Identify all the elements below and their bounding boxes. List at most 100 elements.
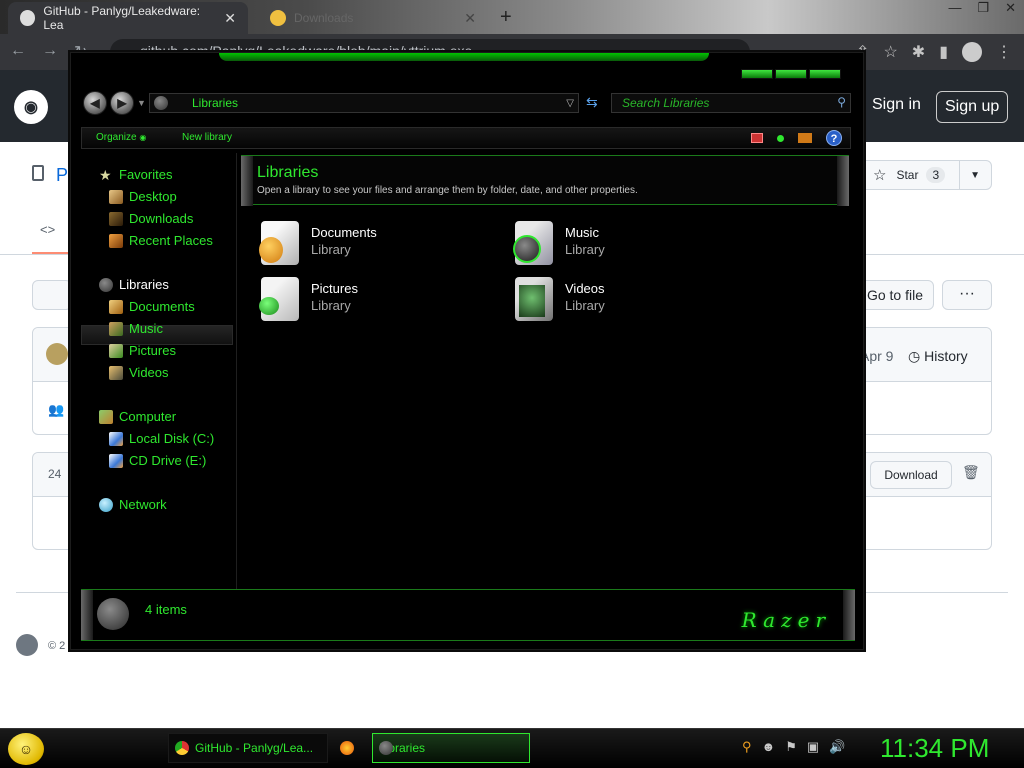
sidebar-item-pictures[interactable]: Pictures [109, 343, 176, 358]
star-label: Star [896, 168, 919, 182]
forward-button[interactable]: ▶ [110, 91, 134, 115]
sidebar-item-network[interactable]: Network [99, 497, 167, 512]
navigation-pane: ★ Favorites Desktop Downloads Recent Pla… [79, 153, 237, 589]
close-button[interactable] [809, 69, 841, 79]
maximize-button[interactable] [775, 69, 807, 79]
pictures-icon [109, 343, 123, 358]
organize-button[interactable]: Organize ◉ [96, 132, 146, 143]
downloads-favicon-icon [270, 10, 286, 26]
sidebar-item-computer[interactable]: Computer [99, 409, 176, 424]
sidebar-item-documents[interactable]: Documents [109, 299, 195, 314]
sidepanel-icon[interactable]: ▮ [939, 42, 948, 62]
bookmark-star-icon[interactable]: ☆ [883, 42, 897, 62]
music-library-icon [513, 221, 553, 265]
search-icon[interactable]: ⚲ [742, 739, 752, 755]
sidebar-item-videos[interactable]: Videos [109, 365, 169, 380]
code-icon[interactable]: <> [40, 222, 55, 237]
branch-button[interactable] [32, 280, 72, 310]
tab-label: Downloads [294, 11, 354, 25]
star-button[interactable]: ☆ Star 3 ▼ [860, 160, 992, 190]
history-link[interactable]: ◷ History [908, 348, 968, 365]
sidebar-item-label: Libraries [119, 277, 169, 292]
library-item-pictures[interactable]: Pictures Library [259, 277, 358, 321]
github-favicon-icon [20, 10, 36, 26]
tab-downloads[interactable]: Downloads ✕ [258, 2, 488, 34]
content-pane: Libraries Open a library to see your fil… [239, 153, 851, 589]
forward-icon[interactable]: → [42, 42, 58, 62]
library-item-music[interactable]: Music Library [513, 221, 605, 265]
preview-pane-icon[interactable] [798, 133, 812, 143]
search-input[interactable]: Search Libraries ⚲ [611, 93, 851, 113]
library-item-videos[interactable]: Videos Library [515, 277, 605, 321]
minimize-button[interactable] [741, 69, 773, 79]
library-item-documents[interactable]: Documents Library [259, 221, 377, 265]
chevron-down-icon[interactable]: ▼ [970, 170, 980, 181]
back-icon[interactable]: ← [10, 42, 26, 62]
sidebar-item-label: Desktop [129, 189, 177, 204]
close-tab-icon[interactable]: ✕ [224, 10, 236, 27]
back-button[interactable]: ◀ [83, 91, 107, 115]
commit-date: Apr 9 [860, 348, 894, 364]
tab-github[interactable]: GitHub - Panlyg/Leakedware: Lea ✕ [8, 2, 248, 34]
help-icon[interactable]: ? [826, 130, 842, 146]
sidebar-item-label: Downloads [129, 211, 194, 226]
taskbar-item-firefox[interactable] [334, 733, 364, 763]
repo-icon [32, 165, 44, 181]
network-tray-icon[interactable]: ▣ [807, 739, 819, 755]
sidebar-item-local-disk[interactable]: Local Disk (C:) [109, 431, 214, 446]
new-tab-button[interactable]: + [500, 6, 512, 29]
refresh-icon[interactable]: ⇆ [586, 94, 598, 111]
sidebar-item-label: Documents [129, 299, 195, 314]
close-window-icon[interactable]: ✕ [1005, 0, 1016, 16]
view-dropdown-icon[interactable] [777, 134, 784, 142]
sign-in-link[interactable]: Sign in [872, 96, 921, 114]
close-tab-icon[interactable]: ✕ [464, 10, 476, 27]
volume-icon[interactable]: 🔊 [829, 739, 845, 755]
explorer-navbar: ◀ ▶ ▼ Libraries ▽ ⇆ Search Libraries ⚲ [81, 91, 855, 117]
change-view-icon[interactable] [751, 133, 763, 143]
explorer-window: ◀ ▶ ▼ Libraries ▽ ⇆ Search Libraries ⚲ O… [70, 52, 864, 650]
chevron-down-icon[interactable]: ▽ [566, 98, 574, 109]
sidebar-item-libraries[interactable]: Libraries [99, 277, 169, 292]
music-icon [109, 321, 123, 336]
avatar[interactable] [46, 343, 68, 365]
sidebar-item-cd-drive[interactable]: CD Drive (E:) [109, 453, 206, 468]
pictures-library-icon [259, 277, 299, 321]
sidebar-item-label: Local Disk (C:) [129, 431, 215, 446]
clock[interactable]: 11:34 PM [880, 733, 989, 764]
taskbar-item-libraries[interactable]: Libraries [372, 733, 530, 763]
taskbar-item-chrome[interactable]: GitHub - Panlyg/Lea... [168, 733, 328, 763]
trash-icon[interactable]: 🗑 [962, 464, 980, 481]
search-icon[interactable]: ⚲ [837, 95, 846, 109]
sidebar-item-favorites[interactable]: ★ Favorites [99, 167, 172, 182]
library-name: Music [565, 225, 599, 240]
repo-name[interactable]: P [56, 165, 68, 186]
library-name: Documents [311, 225, 377, 240]
action-center-flag-icon[interactable]: ⚑ [785, 739, 797, 755]
explorer-address-bar[interactable]: Libraries ▽ [149, 93, 579, 113]
maximize-icon[interactable]: ❐ [977, 0, 989, 16]
sidebar-item-downloads[interactable]: Downloads [109, 211, 193, 226]
recent-pages-icon[interactable]: ▼ [137, 98, 146, 108]
messenger-icon[interactable]: ☻ [762, 739, 776, 755]
computer-icon [99, 409, 113, 424]
sidebar-item-label: Pictures [129, 343, 176, 358]
page-title: Libraries [257, 164, 319, 181]
new-library-button[interactable]: New library [182, 132, 232, 143]
sidebar-item-recent-places[interactable]: Recent Places [109, 233, 213, 248]
library-type: Library [311, 242, 351, 257]
download-button[interactable]: Download [870, 461, 952, 489]
minimize-icon[interactable]: — [948, 0, 961, 16]
history-label: History [924, 348, 968, 364]
sidebar-item-music[interactable]: Music [109, 321, 163, 336]
profile-avatar[interactable] [962, 42, 982, 62]
sign-up-button[interactable]: Sign up [936, 91, 1009, 123]
sidebar-item-label: CD Drive (E:) [129, 453, 207, 468]
menu-icon[interactable]: ⋮ [996, 42, 1012, 62]
extensions-icon[interactable]: ✱ [912, 42, 925, 62]
sidebar-item-desktop[interactable]: Desktop [109, 189, 177, 204]
more-options-button[interactable]: ··· [942, 280, 992, 310]
tab-label: GitHub - Panlyg/Leakedware: Lea [43, 4, 201, 32]
github-logo-icon[interactable]: ◉ [14, 90, 48, 124]
start-button-smiley-icon[interactable]: ☺ [8, 733, 44, 765]
